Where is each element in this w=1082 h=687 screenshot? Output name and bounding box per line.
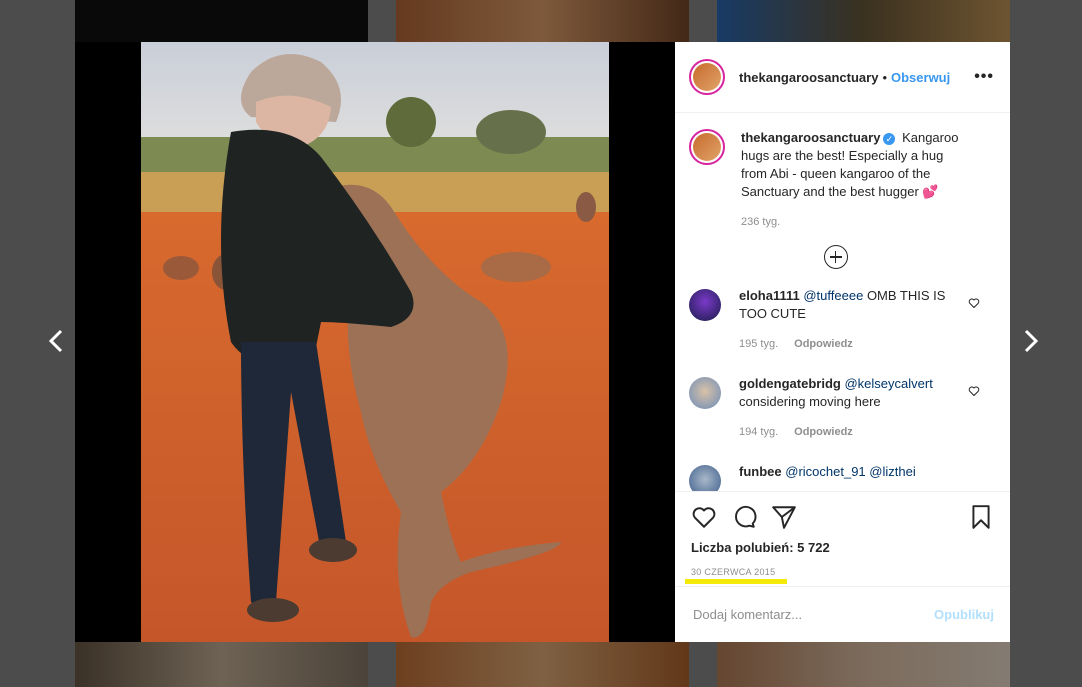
comment-item: eloha1111 @tuffeeee OMB THIS IS TOO CUTE… <box>689 287 994 353</box>
plus-circle-icon[interactable] <box>823 245 848 269</box>
like-comment-heart-icon[interactable] <box>968 385 980 397</box>
comment-username[interactable]: funbee <box>739 464 782 479</box>
caption-body: thekangaroosanctuary ✓ Kangaroo hugs are … <box>741 129 971 231</box>
comment-body: funbee @ricochet_91 @lizthei <box>739 463 949 491</box>
avatar[interactable] <box>689 129 725 165</box>
action-icons <box>691 502 994 532</box>
post-header: thekangaroosanctuary • Obserwuj ••• <box>675 42 1010 113</box>
separator-dot: • <box>882 69 887 85</box>
chevron-right-icon[interactable] <box>1015 326 1045 356</box>
avatar[interactable] <box>689 377 721 409</box>
comment-item: goldengatebridg @kelseycalvert consideri… <box>689 375 994 441</box>
comment-mention[interactable]: @tuffeeee <box>803 288 863 303</box>
post-photo[interactable] <box>75 42 675 642</box>
comment-age[interactable]: 195 tyg. <box>739 338 778 350</box>
comment-item: funbee @ricochet_91 @lizthei <box>689 463 994 491</box>
reply-button[interactable]: Odpowiedz <box>794 426 853 438</box>
caption-age[interactable]: 236 tyg. <box>741 216 780 228</box>
follow-button[interactable]: Obserwuj <box>891 70 950 85</box>
comment-input[interactable] <box>691 606 935 623</box>
heart-icon[interactable] <box>691 504 717 530</box>
comment-icon[interactable] <box>731 504 757 530</box>
publish-button[interactable]: Opublikuj <box>934 607 994 622</box>
comment-age[interactable]: 194 tyg. <box>739 426 778 438</box>
post-modal: thekangaroosanctuary • Obserwuj ••• thek… <box>75 42 1010 642</box>
reply-button[interactable]: Odpowiedz <box>794 338 853 350</box>
verified-icon: ✓ <box>883 132 896 145</box>
add-comment-bar: Opublikuj <box>675 586 1010 642</box>
avatar[interactable] <box>689 289 721 321</box>
comment-meta: 194 tyg. Odpowiedz <box>739 423 949 441</box>
comment-mention[interactable]: @kelseycalvert <box>844 376 932 391</box>
avatar[interactable] <box>689 59 725 95</box>
comment-body: eloha1111 @tuffeeee OMB THIS IS TOO CUTE… <box>739 287 949 353</box>
caption: thekangaroosanctuary ✓ Kangaroo hugs are … <box>689 129 994 231</box>
comment-username[interactable]: eloha1111 <box>739 288 800 303</box>
comment-username[interactable]: goldengatebridg <box>739 376 841 391</box>
avatar-image <box>693 133 721 161</box>
comment-text: considering moving here <box>739 394 881 409</box>
kangaroo-hug-image <box>141 42 609 642</box>
more-options-icon[interactable]: ••• <box>974 68 994 86</box>
comment-body: goldengatebridg @kelseycalvert consideri… <box>739 375 949 441</box>
comments-list[interactable]: thekangaroosanctuary ✓ Kangaroo hugs are … <box>675 113 1010 491</box>
caption-username[interactable]: thekangaroosanctuary <box>741 130 880 145</box>
post-side-panel: thekangaroosanctuary • Obserwuj ••• thek… <box>675 42 1010 642</box>
comment-mention[interactable]: @ricochet_91 @lizthei <box>785 464 915 479</box>
post-actions: Liczba polubień: 5 722 30 CZERWCA 2015 <box>675 491 1010 586</box>
caption-meta: 236 tyg. <box>741 213 971 231</box>
post-date[interactable]: 30 CZERWCA 2015 <box>684 567 788 584</box>
comment-meta: 195 tyg. Odpowiedz <box>739 335 949 353</box>
like-comment-heart-icon[interactable] <box>968 297 980 309</box>
avatar-image <box>693 63 721 91</box>
chevron-left-icon[interactable] <box>42 326 72 356</box>
share-icon[interactable] <box>771 504 797 530</box>
bookmark-icon[interactable] <box>968 504 994 530</box>
avatar[interactable] <box>689 465 721 491</box>
like-count[interactable]: Liczba polubień: 5 722 <box>691 540 994 555</box>
post-username[interactable]: thekangaroosanctuary <box>739 70 878 85</box>
